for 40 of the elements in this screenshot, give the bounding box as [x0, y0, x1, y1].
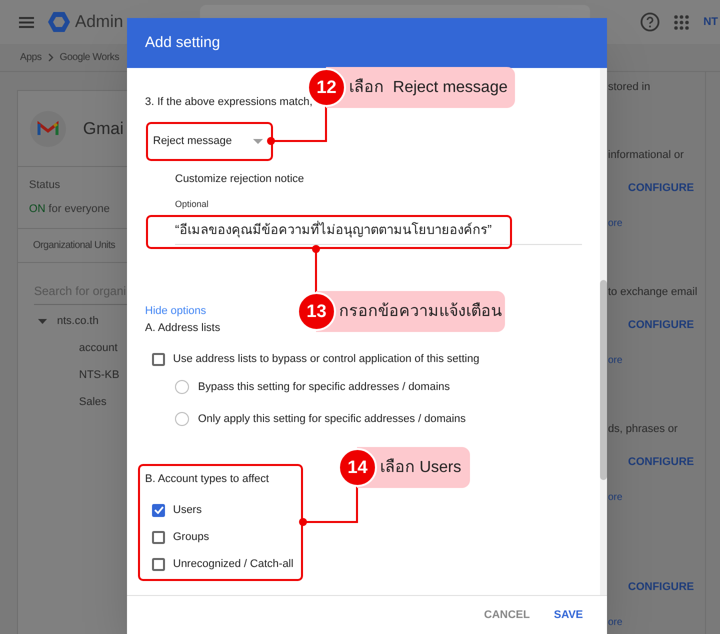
breadcrumb-link[interactable]: Google Works: [60, 50, 120, 65]
status-value: ON for everyone: [29, 202, 110, 216]
app-name: Gmai: [83, 118, 124, 140]
description-text: to exchange email: [608, 285, 698, 298]
rejection-notice-field[interactable]: “อีเมลของคุณมีข้อความที่ไม่อนุญาตตามนโยบายองค์กร”: [175, 217, 582, 245]
radio-label: Bypass this setting for specific addresses / domains: [198, 380, 450, 395]
tree-item[interactable]: Sales: [79, 394, 107, 411]
brand-logo: NT: [703, 14, 718, 30]
tree-item[interactable]: account: [79, 340, 118, 357]
checkbox-label: Groups: [173, 530, 210, 545]
configure-button[interactable]: CONFIGURE: [628, 579, 705, 593]
save-button[interactable]: SAVE: [552, 602, 585, 628]
section-heading: B. Account types to affect: [145, 472, 270, 485]
radio-label: Only apply this setting for specific addresses / domains: [198, 412, 466, 427]
tab-label[interactable]: Organizational Units: [33, 238, 116, 253]
learn-more-link[interactable]: ore: [608, 216, 705, 230]
tree-item[interactable]: NTS-KB: [79, 367, 120, 384]
description-text: stored in: [608, 80, 652, 93]
app-title: Admin: [75, 11, 124, 34]
learn-more-link[interactable]: ore: [608, 615, 705, 629]
learn-more-link[interactable]: ore: [608, 490, 705, 504]
cancel-button[interactable]: CANCEL: [482, 602, 532, 628]
learn-more-link[interactable]: ore: [608, 353, 705, 367]
description-text: informational or: [608, 148, 685, 161]
breadcrumb-link[interactable]: Apps: [20, 50, 42, 65]
dialog-title: Add setting: [145, 32, 220, 53]
description-text: ds, phrases or: [608, 422, 679, 435]
status-label: Status: [29, 178, 60, 193]
hide-options-link[interactable]: Hide options: [145, 303, 206, 315]
tree-item[interactable]: nts.co.th: [57, 313, 99, 330]
section-heading: A. Address lists: [145, 321, 222, 334]
action-dropdown[interactable]: Reject message: [149, 125, 269, 158]
field-label: Customize rejection notice: [175, 172, 306, 185]
checkbox-label: Unrecognized / Catch-all: [173, 556, 294, 572]
checkbox-label: Users: [173, 502, 202, 518]
configure-button[interactable]: CONFIGURE: [628, 317, 705, 331]
checkbox-label: Use address lists to bypass or control application of this setting: [173, 352, 480, 367]
field-hint: Optional: [175, 198, 210, 210]
configure-button[interactable]: CONFIGURE: [628, 454, 705, 468]
configure-button[interactable]: CONFIGURE: [628, 180, 705, 194]
